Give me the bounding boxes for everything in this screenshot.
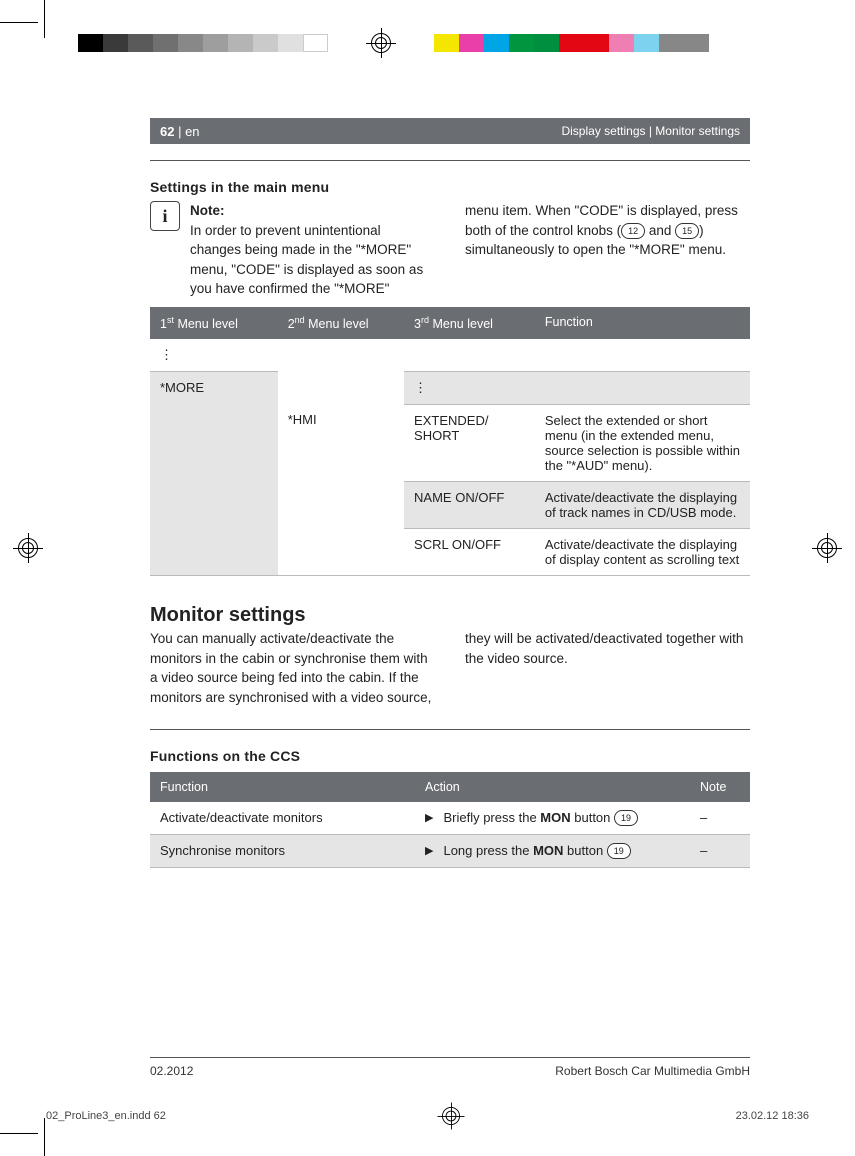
menu-levels-table: 1st Menu level 2nd Menu level 3rd Menu l…: [150, 307, 750, 576]
table-row: *HMI EXTENDED/ SHORT Select the extended…: [150, 404, 750, 481]
info-icon: i: [150, 201, 180, 231]
table-row: Synchronise monitors ▶Long press the MON…: [150, 835, 750, 868]
breadcrumb: Display settings | Monitor settings: [561, 124, 740, 138]
footer-date: 02.2012: [150, 1064, 193, 1078]
triangle-icon: ▶: [425, 812, 433, 824]
note-text-col1: In order to prevent unintentional change…: [190, 221, 435, 299]
section-settings-title: Settings in the main menu: [150, 179, 750, 195]
table-row: ⋮: [150, 339, 750, 372]
section-ccs-title: Functions on the CCS: [150, 748, 750, 764]
note-label: Note:: [190, 201, 435, 221]
page-number: 62: [160, 124, 174, 139]
knob-ref-12: 12: [621, 223, 645, 239]
triangle-icon: ▶: [425, 845, 433, 857]
registration-mark-icon: [371, 33, 391, 53]
imprint-timestamp: 23.02.12 18:36: [736, 1110, 809, 1122]
registration-mark-icon: [442, 1107, 460, 1125]
knob-ref-15: 15: [675, 223, 699, 239]
print-color-bar: [78, 34, 777, 52]
page-footer: 02.2012 Robert Bosch Car Multimedia GmbH: [150, 1057, 750, 1078]
ccs-functions-table: Function Action Note Activate/deactivate…: [150, 772, 750, 868]
monitor-body-col1: You can manually activate/deactivate the…: [150, 629, 435, 707]
registration-mark-icon: [18, 538, 38, 558]
monitor-body-col2: they will be activated/deactivated toget…: [465, 629, 750, 707]
registration-mark-icon: [817, 538, 837, 558]
button-ref-19: 19: [607, 843, 631, 859]
section-monitor-title: Monitor settings: [150, 604, 750, 627]
page-header: 62 | en Display settings | Monitor setti…: [150, 118, 750, 144]
button-ref-19: 19: [614, 810, 638, 826]
imprint-line: 02_ProLine3_en.indd 62 23.02.12 18:36: [46, 1106, 809, 1126]
table-row: *MORE ⋮: [150, 371, 750, 404]
table-row: Activate/deactivate monitors ▶Briefly pr…: [150, 802, 750, 835]
imprint-file: 02_ProLine3_en.indd 62: [46, 1110, 166, 1122]
footer-company: Robert Bosch Car Multimedia GmbH: [555, 1064, 750, 1078]
